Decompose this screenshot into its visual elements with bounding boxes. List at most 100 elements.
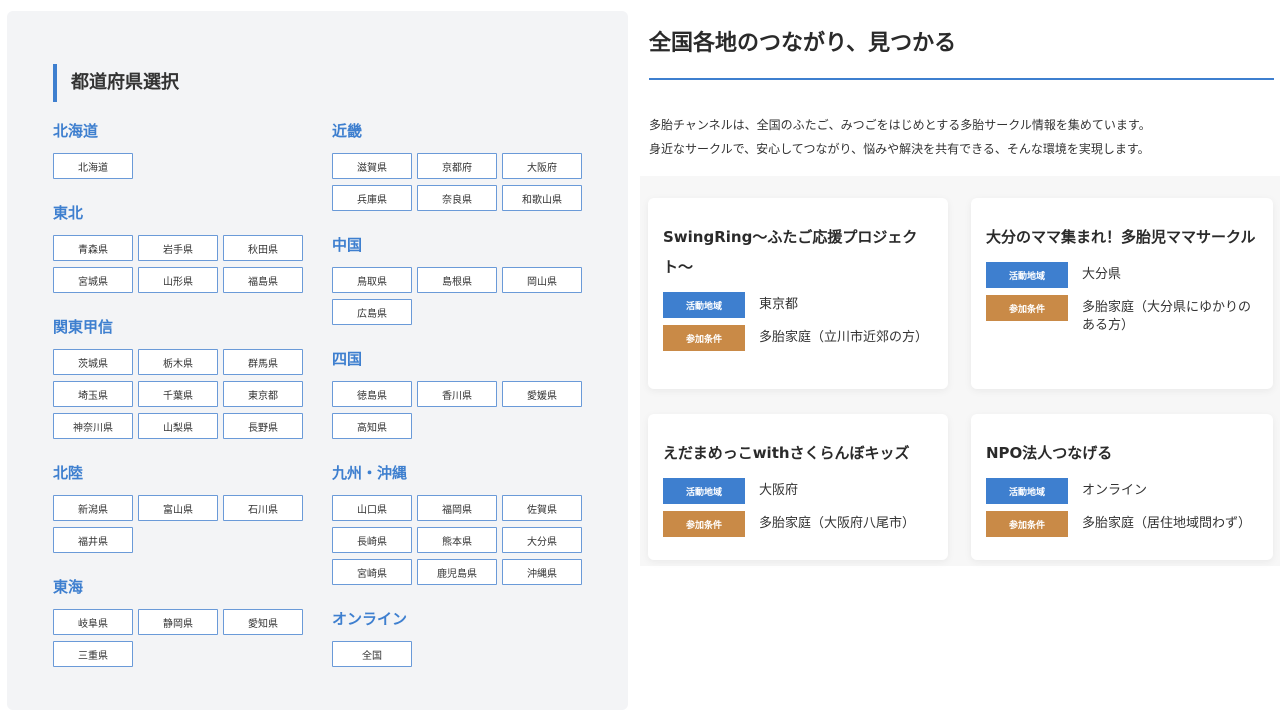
pref-button[interactable]: 奈良県 (417, 185, 497, 211)
pref-button[interactable]: 長野県 (223, 413, 303, 439)
region-title: 東海 (53, 578, 84, 596)
pref-grid: 北海道 (53, 153, 313, 179)
pref-grid: 山口県 福岡県 佐賀県 長崎県 熊本県 大分県 宮崎県 鹿児島県 沖縄県 (332, 495, 592, 585)
pref-button[interactable]: 熊本県 (417, 527, 497, 553)
pref-button[interactable]: 東京都 (223, 381, 303, 407)
pref-button[interactable]: 山口県 (332, 495, 412, 521)
condition-badge: 参加条件 (663, 325, 745, 351)
card-condition-row: 参加条件 多胎家庭（大阪府八尾市） (663, 511, 933, 537)
pref-button[interactable]: 青森県 (53, 235, 133, 261)
region-title: 北陸 (53, 464, 84, 482)
condition-badge: 参加条件 (986, 295, 1068, 321)
region-online: オンライン 全国 (332, 605, 592, 667)
pref-button[interactable]: 富山県 (138, 495, 218, 521)
area-badge: 活動地域 (663, 292, 745, 318)
pref-button[interactable]: 埼玉県 (53, 381, 133, 407)
region-kinki: 近畿 滋賀県 京都府 大阪府 兵庫県 奈良県 和歌山県 (332, 117, 592, 211)
condition-badge: 参加条件 (663, 511, 745, 537)
pref-button[interactable]: 岐阜県 (53, 609, 133, 635)
card-title[interactable]: SwingRing〜ふたご応援プロジェクト〜 (663, 222, 933, 282)
region-title: 近畿 (332, 122, 363, 140)
pref-button[interactable]: 徳島県 (332, 381, 412, 407)
pref-button[interactable]: 沖縄県 (502, 559, 582, 585)
pref-button[interactable]: 三重県 (53, 641, 133, 667)
area-badge: 活動地域 (663, 478, 745, 504)
pref-button[interactable]: 滋賀県 (332, 153, 412, 179)
pref-button[interactable]: 山形県 (138, 267, 218, 293)
pref-button[interactable]: 香川県 (417, 381, 497, 407)
card-title[interactable]: えだまめっこwithさくらんぼキッズ (663, 438, 933, 468)
pref-grid: 岐阜県 静岡県 愛知県 三重県 (53, 609, 313, 667)
region-hokkaido: 北海道 北海道 (53, 117, 313, 179)
pref-button[interactable]: 神奈川県 (53, 413, 133, 439)
pref-button[interactable]: 福島県 (223, 267, 303, 293)
pref-button[interactable]: 和歌山県 (502, 185, 582, 211)
pref-button[interactable]: 千葉県 (138, 381, 218, 407)
panel-title: 都道府県選択 (53, 64, 179, 102)
pref-button[interactable]: 広島県 (332, 299, 412, 325)
region-tohoku: 東北 青森県 岩手県 秋田県 宮城県 山形県 福島県 (53, 199, 313, 293)
pref-button[interactable]: 宮城県 (53, 267, 133, 293)
condition-value: 多胎家庭（大分県にゆかりのある方） (1082, 300, 1252, 333)
circle-card[interactable]: えだまめっこwithさくらんぼキッズ 活動地域 大阪府 参加条件 多胎家庭（大阪… (648, 414, 948, 560)
pref-button[interactable]: 宮崎県 (332, 559, 412, 585)
pref-button[interactable]: 佐賀県 (502, 495, 582, 521)
pref-button[interactable]: 京都府 (417, 153, 497, 179)
region-title: 東北 (53, 204, 84, 222)
pref-button[interactable]: 鳥取県 (332, 267, 412, 293)
condition-value: 多胎家庭（立川市近郊の方） (759, 330, 929, 345)
region-tokai: 東海 岐阜県 静岡県 愛知県 三重県 (53, 573, 313, 667)
card-area-row: 活動地域 オンライン (986, 478, 1258, 504)
region-title: 四国 (332, 350, 363, 368)
pref-button[interactable]: 秋田県 (223, 235, 303, 261)
pref-button[interactable]: 茨城県 (53, 349, 133, 375)
circle-cards-area: SwingRing〜ふたご応援プロジェクト〜 活動地域 東京都 参加条件 多胎家… (640, 176, 1280, 566)
pref-button[interactable]: 北海道 (53, 153, 133, 179)
pref-button[interactable]: 大阪府 (502, 153, 582, 179)
pref-grid: 滋賀県 京都府 大阪府 兵庫県 奈良県 和歌山県 (332, 153, 592, 211)
area-badge: 活動地域 (986, 478, 1068, 504)
pref-button[interactable]: 兵庫県 (332, 185, 412, 211)
condition-value: 多胎家庭（大阪府八尾市） (759, 516, 916, 531)
card-area-row: 活動地域 東京都 (663, 292, 933, 318)
region-title: 中国 (332, 236, 363, 254)
card-area-row: 活動地域 大分県 (986, 262, 1258, 288)
card-condition-row: 参加条件 多胎家庭（居住地域問わず） (986, 511, 1258, 537)
area-value: オンライン (1082, 483, 1148, 498)
pref-button[interactable]: 島根県 (417, 267, 497, 293)
pref-button[interactable]: 群馬県 (223, 349, 303, 375)
region-column-left: 北海道 北海道 東北 青森県 岩手県 秋田県 宮城県 山形県 福島県 関東甲信 … (53, 117, 313, 667)
pref-button[interactable]: 愛知県 (223, 609, 303, 635)
pref-button[interactable]: 福井県 (53, 527, 133, 553)
region-chugoku: 中国 鳥取県 島根県 岡山県 広島県 (332, 231, 592, 325)
description-line: 身近なサークルで、安心してつながり、悩みや解決を共有できる、そんな環境を実現しま… (649, 142, 1150, 156)
area-badge: 活動地域 (986, 262, 1068, 288)
pref-button[interactable]: 岩手県 (138, 235, 218, 261)
area-value: 大分県 (1082, 267, 1122, 282)
circle-card[interactable]: 大分のママ集まれ！多胎児ママサークル 活動地域 大分県 参加条件 多胎家庭（大分… (971, 198, 1273, 389)
pref-button[interactable]: 全国 (332, 641, 412, 667)
pref-button[interactable]: 大分県 (502, 527, 582, 553)
pref-button[interactable]: 静岡県 (138, 609, 218, 635)
circle-card[interactable]: SwingRing〜ふたご応援プロジェクト〜 活動地域 東京都 参加条件 多胎家… (648, 198, 948, 389)
description-line: 多胎チャンネルは、全国のふたご、みつごをはじめとする多胎サークル情報を集めていま… (649, 118, 1151, 132)
prefecture-select-panel: 都道府県選択 北海道 北海道 東北 青森県 岩手県 秋田県 宮城県 山形県 福島… (7, 11, 628, 710)
card-title[interactable]: NPO法人つなげる (986, 438, 1258, 468)
pref-button[interactable]: 栃木県 (138, 349, 218, 375)
area-value: 大阪府 (759, 483, 799, 498)
pref-button[interactable]: 高知県 (332, 413, 412, 439)
pref-button[interactable]: 石川県 (223, 495, 303, 521)
pref-button[interactable]: 鹿児島県 (417, 559, 497, 585)
card-condition-row: 参加条件 多胎家庭（立川市近郊の方） (663, 325, 933, 351)
pref-button[interactable]: 長崎県 (332, 527, 412, 553)
card-title[interactable]: 大分のママ集まれ！多胎児ママサークル (986, 222, 1258, 252)
card-area-row: 活動地域 大阪府 (663, 478, 933, 504)
pref-button[interactable]: 福岡県 (417, 495, 497, 521)
circle-card[interactable]: NPO法人つなげる 活動地域 オンライン 参加条件 多胎家庭（居住地域問わず） (971, 414, 1273, 560)
pref-button[interactable]: 岡山県 (502, 267, 582, 293)
region-title: 関東甲信 (53, 318, 114, 336)
page-title: 全国各地のつながり、見つかる (649, 31, 957, 56)
pref-button[interactable]: 愛媛県 (502, 381, 582, 407)
pref-button[interactable]: 新潟県 (53, 495, 133, 521)
pref-button[interactable]: 山梨県 (138, 413, 218, 439)
